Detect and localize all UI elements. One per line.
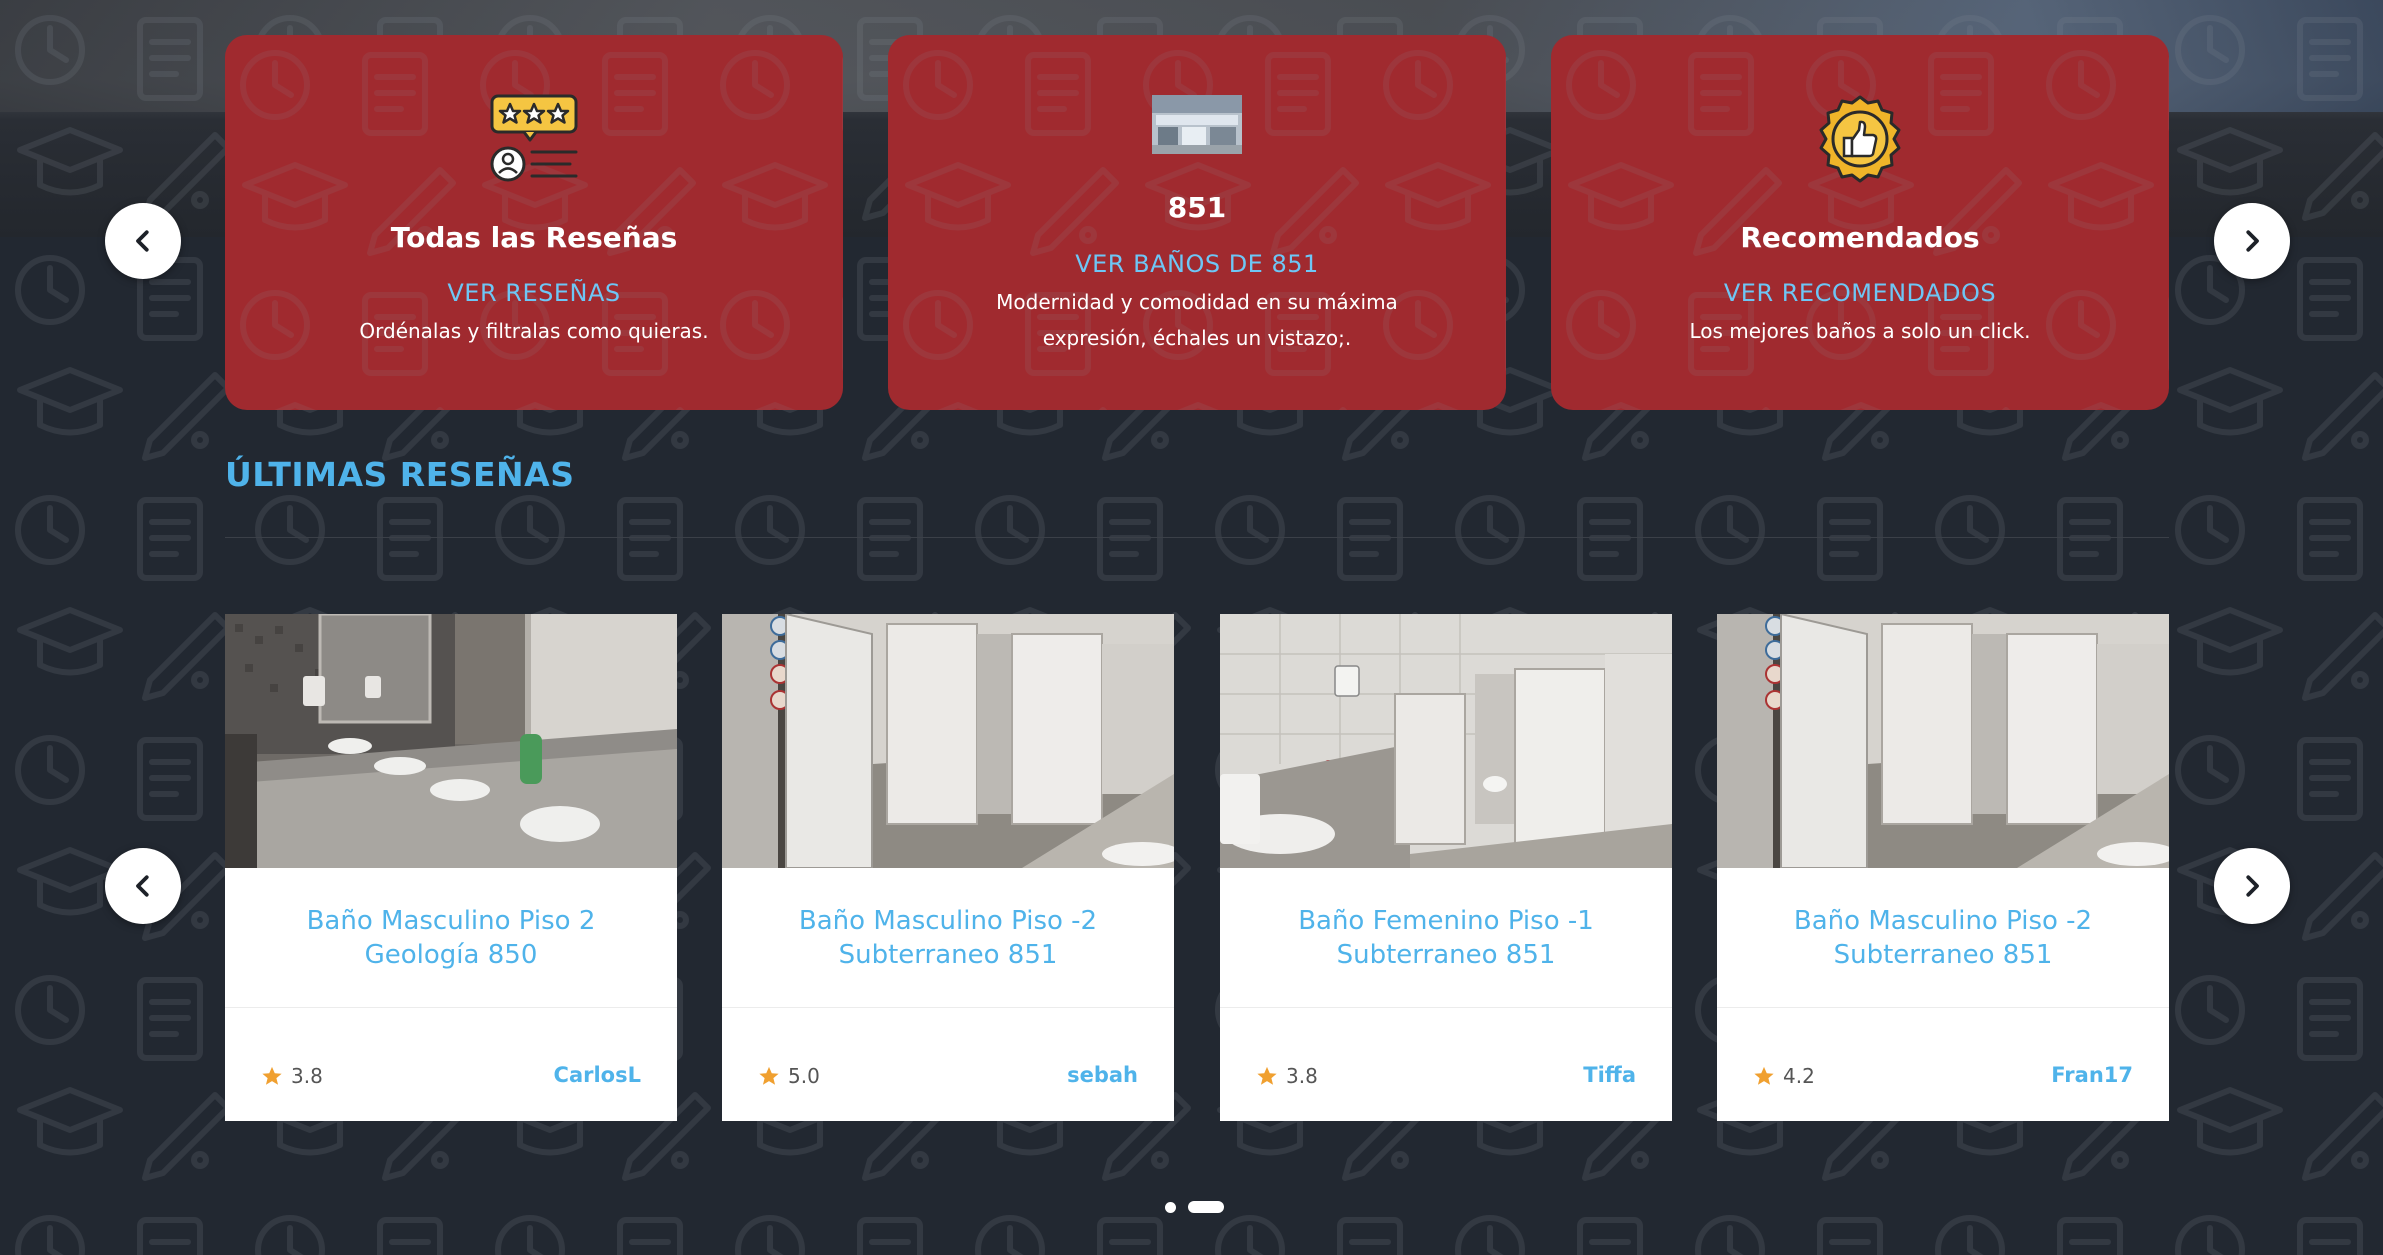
latest-reviews-heading: ÚLTIMAS RESEÑAS <box>225 455 575 494</box>
rating-value: 5.0 <box>788 1064 820 1088</box>
review-title-line: Subterraneo 851 <box>1336 940 1556 970</box>
review-rating: 5.0 <box>758 1064 820 1088</box>
category-title: Recomendados <box>1740 221 1980 254</box>
card-divider <box>225 1007 677 1008</box>
review-author-link[interactable]: Tiffa <box>1583 1063 1636 1087</box>
category-card-recommended[interactable]: Recomendados VER RECOMENDADOS Los mejore… <box>1551 35 2169 410</box>
review-photo <box>1717 614 2169 868</box>
review-title-line: Baño Masculino Piso 2 <box>306 906 596 936</box>
rating-value: 3.8 <box>291 1064 323 1088</box>
review-title: Baño Femenino Piso -1 Subterraneo 851 <box>1240 904 1652 972</box>
review-card[interactable]: Baño Masculino Piso 2 Geología 850 3.8 C… <box>225 614 677 1121</box>
review-author-link[interactable]: sebah <box>1067 1063 1138 1087</box>
review-title-line: Baño Masculino Piso -2 <box>798 906 1098 936</box>
see-reviews-link[interactable]: VER RESEÑAS <box>225 279 843 307</box>
category-title: 851 <box>1167 191 1227 224</box>
see-851-bathrooms-link[interactable]: VER BAÑOS DE 851 <box>888 250 1506 278</box>
review-rating: 3.8 <box>1256 1064 1318 1088</box>
chevron-right-icon <box>2246 230 2259 252</box>
category-card-reviews[interactable]: Todas las Reseñas VER RESEÑAS Ordénalas … <box>225 35 843 410</box>
review-title-line: Baño Femenino Piso -1 <box>1298 906 1594 936</box>
rating-value: 3.8 <box>1286 1064 1318 1088</box>
review-title: Baño Masculino Piso -2 Subterraneo 851 <box>1737 904 2149 972</box>
review-photo <box>722 614 1174 868</box>
review-title-line: Baño Masculino Piso -2 <box>1793 906 2093 936</box>
reviews-prev-button[interactable] <box>105 848 181 924</box>
section-divider <box>225 537 2169 538</box>
categories-prev-button[interactable] <box>105 203 181 279</box>
reviews-next-button[interactable] <box>2214 848 2290 924</box>
categories-next-button[interactable] <box>2214 203 2290 279</box>
category-card-851[interactable]: 851 VER BAÑOS DE 851 Modernidad y comodi… <box>888 35 1506 410</box>
star-icon <box>1257 1066 1277 1085</box>
review-author-link[interactable]: CarlosL <box>554 1063 641 1087</box>
rating-value: 4.2 <box>1783 1064 1815 1088</box>
review-card[interactable]: Baño Masculino Piso -2 Subterraneo 851 4… <box>1717 614 2169 1121</box>
star-icon <box>262 1066 282 1085</box>
card-divider <box>1220 1007 1672 1008</box>
review-title: Baño Masculino Piso 2 Geología 850 <box>245 904 657 972</box>
star-icon <box>759 1066 779 1085</box>
review-title-line: Geología 850 <box>364 940 538 970</box>
review-title-line: Subterraneo 851 <box>838 940 1058 970</box>
reviews-icon <box>490 94 578 182</box>
review-card[interactable]: Baño Femenino Piso -1 Subterraneo 851 3.… <box>1220 614 1672 1121</box>
carousel-pagination <box>1165 1201 1224 1213</box>
review-rating: 3.8 <box>261 1064 323 1088</box>
card-divider <box>722 1007 1174 1008</box>
chevron-right-icon <box>2246 875 2259 897</box>
review-card[interactable]: Baño Masculino Piso -2 Subterraneo 851 5… <box>722 614 1174 1121</box>
review-photo <box>225 614 677 868</box>
pagination-dot[interactable] <box>1165 1201 1176 1213</box>
building-851-thumbnail <box>1152 95 1242 154</box>
card-divider <box>1717 1007 2169 1008</box>
review-title: Baño Masculino Piso -2 Subterraneo 851 <box>742 904 1154 972</box>
category-description: Modernidad y comodidad en su máxima expr… <box>996 290 1398 350</box>
review-photo <box>1220 614 1672 868</box>
chevron-left-icon <box>136 230 149 252</box>
see-recommended-link[interactable]: VER RECOMENDADOS <box>1551 279 2169 307</box>
category-description: Ordénalas y filtralas como quieras. <box>359 319 709 343</box>
review-rating: 4.2 <box>1753 1064 1815 1088</box>
star-icon <box>1754 1066 1774 1085</box>
review-title-line: Subterraneo 851 <box>1833 940 2053 970</box>
chevron-left-icon <box>136 875 149 897</box>
category-title: Todas las Reseñas <box>390 221 678 254</box>
pagination-dot-active[interactable] <box>1188 1201 1224 1213</box>
thumbs-up-badge-icon <box>1819 95 1901 183</box>
category-description: Los mejores baños a solo un click. <box>1689 319 2031 343</box>
review-author-link[interactable]: Fran17 <box>2051 1063 2133 1087</box>
